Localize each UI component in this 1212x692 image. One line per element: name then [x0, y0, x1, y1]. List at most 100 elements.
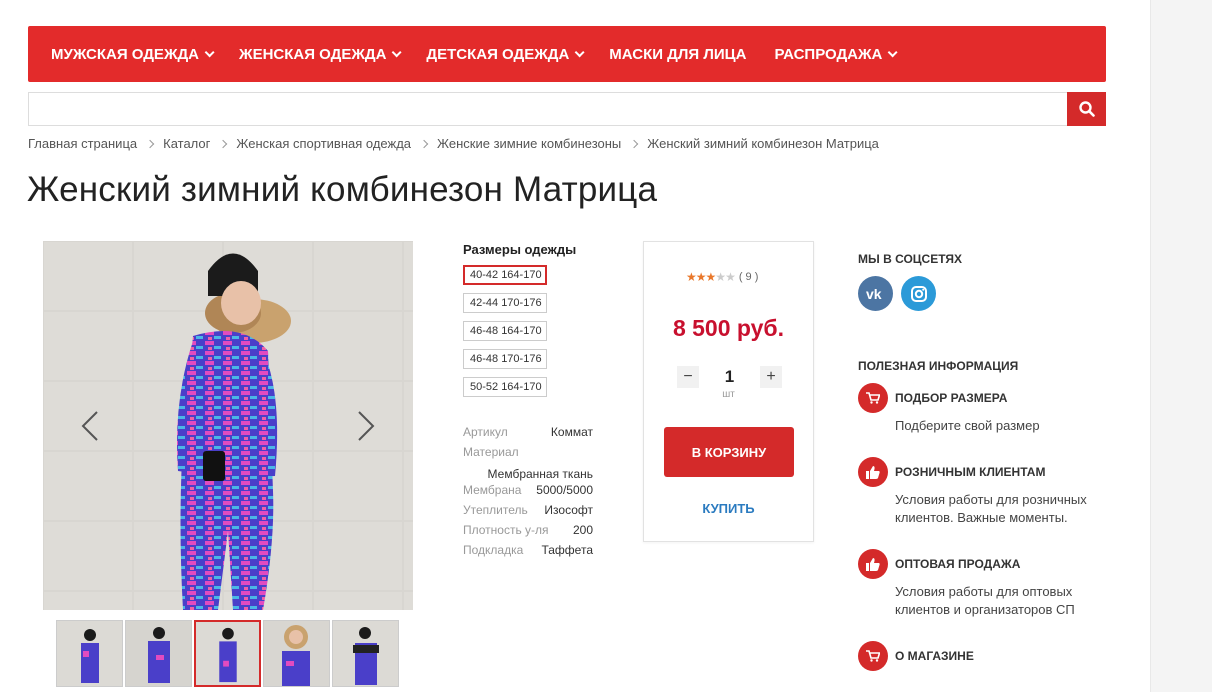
quantity-stepper: − 1 + [677, 365, 782, 389]
breadcrumb-item[interactable]: Женская спортивная одежда [236, 136, 411, 151]
info-item-wholesale[interactable]: ОПТОВАЯ ПРОДАЖА Условия работы для оптов… [858, 549, 1118, 619]
add-to-cart-button[interactable]: В КОРЗИНУ [664, 427, 794, 477]
nav-item-label: МУЖСКАЯ ОДЕЖДА [51, 45, 200, 63]
chevron-down-icon [392, 46, 402, 57]
nav-item-label: ЖЕНСКАЯ ОДЕЖДА [239, 45, 387, 63]
size-option[interactable]: 46-48 164-170 [463, 321, 547, 341]
size-options: 40-42 164-170 42-44 170-176 46-48 164-17… [463, 265, 547, 405]
spec-key: Материал [463, 445, 519, 459]
star-icon: ★ [725, 270, 736, 284]
size-option[interactable]: 50-52 164-170 [463, 377, 547, 397]
nav-item-kids[interactable]: ДЕТСКАЯ ОДЕЖДА [426, 46, 585, 63]
chevron-right-icon [419, 139, 429, 148]
right-sidebar: МЫ В СОЦСЕТЯХ vk ПОЛЕЗНАЯ ИНФОРМАЦИЯ ПОД… [858, 252, 1118, 671]
spec-value: 200 [572, 523, 593, 537]
thumbnail[interactable] [263, 620, 330, 687]
info-item-title[interactable]: РОЗНИЧНЫМ КЛИЕНТАМ [895, 457, 1118, 479]
nav-item-masks[interactable]: МАСКИ ДЛЯ ЛИЦА [609, 46, 746, 63]
spec-value: 5000/5000 [536, 483, 593, 497]
thumbnail[interactable] [332, 620, 399, 687]
spec-key: Плотность у-ля [463, 523, 549, 537]
search-bar [28, 92, 1106, 126]
spec-row: Подкладка Таффета [463, 542, 593, 562]
product-main-image[interactable] [43, 241, 413, 610]
nav-item-label: МАСКИ ДЛЯ ЛИЦА [609, 45, 747, 63]
spec-value: Коммат [550, 425, 593, 439]
info-item-desc: Условия работы для оптовых клиентов и ор… [895, 584, 1075, 617]
chevron-right-icon [145, 139, 155, 148]
spec-value: Изософт [544, 503, 593, 517]
prev-image-arrow[interactable] [81, 411, 99, 441]
svg-text:vk: vk [866, 287, 882, 300]
spec-row: Артикул Коммат [463, 424, 593, 444]
star-icon: ★ [705, 270, 717, 284]
info-heading: ПОЛЕЗНАЯ ИНФОРМАЦИЯ [858, 359, 1019, 373]
sizes-title: Размеры одежды [463, 242, 577, 257]
page-title: Женский зимний комбинезон Матрица [27, 170, 658, 209]
page-background-strip [1150, 0, 1212, 692]
info-item-title[interactable]: О МАГАЗИНЕ [895, 641, 1118, 663]
main-nav: МУЖСКАЯ ОДЕЖДА ЖЕНСКАЯ ОДЕЖДА ДЕТСКАЯ ОД… [28, 26, 1106, 82]
nav-item-men[interactable]: МУЖСКАЯ ОДЕЖДА [51, 45, 215, 63]
chevron-right-icon [358, 411, 375, 441]
thumbnail[interactable] [194, 620, 261, 687]
spec-row: Плотность у-ля 200 [463, 522, 593, 542]
chevron-right-icon [630, 139, 639, 148]
size-option[interactable]: 42-44 170-176 [463, 293, 547, 313]
cart-icon [858, 383, 888, 413]
thumbnail[interactable] [56, 620, 123, 687]
info-item-title[interactable]: ОПТОВАЯ ПРОДАЖА [895, 549, 1118, 571]
vk-icon[interactable]: vk [858, 276, 893, 311]
spec-value: Таффета [541, 543, 593, 557]
search-input[interactable] [28, 92, 1068, 126]
decrement-button[interactable]: − [677, 366, 699, 388]
spec-key: Утеплитель [463, 503, 528, 517]
size-option[interactable]: 40-42 164-170 [463, 265, 547, 285]
increment-button[interactable]: + [760, 366, 782, 388]
thumbnail[interactable] [125, 620, 192, 687]
info-item-desc: Условия работы для розничных клиентов. В… [895, 492, 1087, 525]
info-item-retail[interactable]: РОЗНИЧНЫМ КЛИЕНТАМ Условия работы для ро… [858, 457, 1118, 527]
buy-now-link[interactable]: КУПИТЬ [644, 501, 813, 516]
spec-row: Мембрана 5000/5000 [463, 482, 593, 502]
breadcrumb: Главная страница Каталог Женская спортив… [28, 136, 879, 151]
buy-box: ★ ★ ★ ★ ★ ( 9 ) 8 500 руб. − 1 + шт В КО… [643, 241, 814, 542]
social-links: vk [858, 276, 1118, 311]
chevron-down-icon [888, 46, 898, 57]
star-icon: ★ [695, 270, 707, 284]
star-icon: ★ [686, 270, 697, 284]
breadcrumb-current: Женский зимний комбинезон Матрица [647, 136, 879, 151]
spec-key: Артикул [463, 425, 508, 439]
breadcrumb-item[interactable]: Главная страница [28, 136, 137, 151]
info-item-size[interactable]: ПОДБОР РАЗМЕРА Подберите свой размер [858, 383, 1118, 435]
quantity-unit: шт [722, 389, 735, 400]
thumbs-up-icon [858, 549, 888, 579]
info-item-title[interactable]: ПОДБОР РАЗМЕРА [895, 383, 1118, 405]
rating-count: ( 9 ) [738, 271, 759, 283]
breadcrumb-item[interactable]: Женские зимние комбинезоны [437, 136, 621, 151]
spec-row: Материал Мембранная ткань [463, 444, 593, 482]
rating[interactable]: ★ ★ ★ ★ ★ ( 9 ) [686, 271, 758, 283]
instagram-icon[interactable] [901, 276, 936, 311]
info-item-desc: Подберите свой размер [895, 418, 1040, 433]
search-button[interactable] [1067, 92, 1106, 126]
next-image-arrow[interactable] [357, 411, 375, 441]
breadcrumb-item[interactable]: Каталог [163, 136, 210, 151]
chevron-left-icon [81, 411, 98, 441]
nav-item-sale[interactable]: РАСПРОДАЖА [774, 45, 898, 63]
nav-item-label: РАСПРОДАЖА [774, 45, 883, 63]
chevron-down-icon [204, 46, 215, 57]
chevron-right-icon [219, 139, 228, 148]
search-icon [1078, 101, 1095, 117]
info-item-about[interactable]: О МАГАЗИНЕ [858, 641, 1118, 671]
size-option[interactable]: 46-48 170-176 [463, 349, 547, 369]
spec-key: Подкладка [463, 543, 524, 557]
nav-item-women[interactable]: ЖЕНСКАЯ ОДЕЖДА [239, 45, 402, 63]
quantity-value[interactable]: 1 [725, 367, 734, 387]
thumbs-up-icon [858, 457, 888, 487]
social-heading: МЫ В СОЦСЕТЯХ [858, 252, 963, 266]
chevron-down-icon [574, 46, 585, 57]
spec-key: Мембрана [463, 483, 522, 497]
spec-row: Утеплитель Изософт [463, 502, 593, 522]
product-price: 8 500 руб. [672, 315, 785, 341]
